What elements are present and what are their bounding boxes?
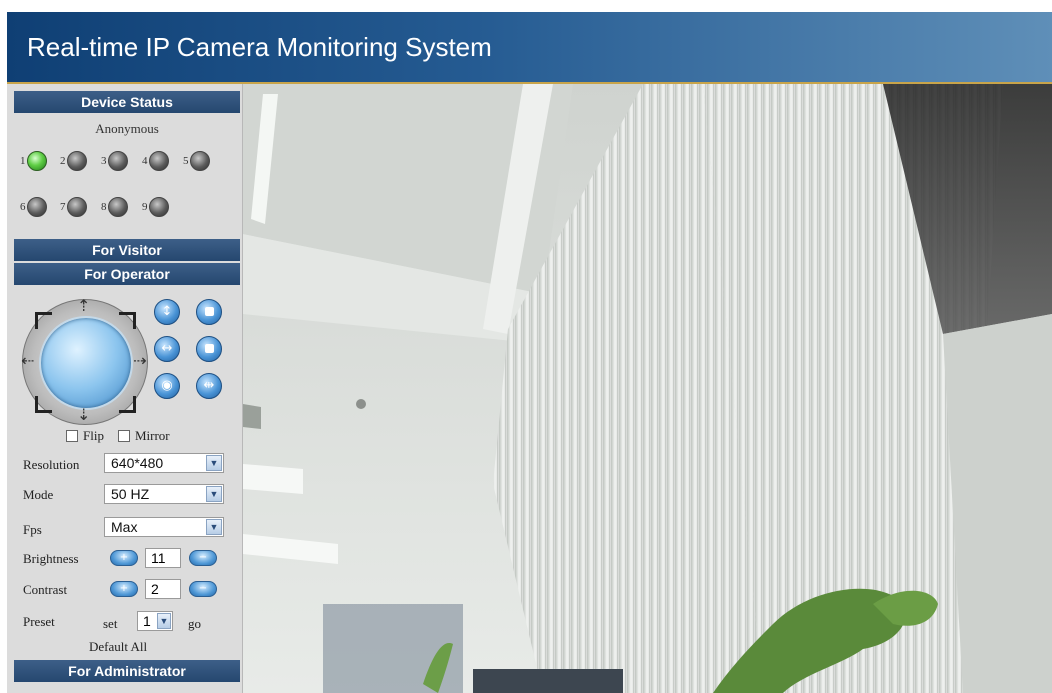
chevron-down-icon[interactable]: ▼: [206, 519, 222, 535]
flip-label: Flip: [83, 428, 104, 443]
device-led-7[interactable]: 7: [60, 197, 87, 217]
stop-icon: [204, 307, 214, 316]
status-led-icon: [107, 197, 128, 217]
device-num: 3: [101, 155, 107, 167]
chevron-down-icon[interactable]: ▼: [157, 613, 171, 629]
corner-mark-icon: [35, 396, 52, 413]
status-led-icon: [66, 151, 87, 171]
device-num: 6: [20, 201, 26, 213]
device-led-5[interactable]: 5: [183, 151, 210, 171]
mode-value: 50 HZ: [111, 486, 150, 502]
default-all-link[interactable]: Default All: [89, 639, 147, 655]
chevron-down-icon[interactable]: ▼: [206, 486, 222, 502]
brightness-label: Brightness: [23, 551, 79, 566]
status-led-icon: [66, 197, 87, 217]
device-num: 4: [142, 155, 148, 167]
device-num: 5: [183, 155, 189, 167]
device-led-3[interactable]: 3: [101, 151, 128, 171]
horizontal-patrol-button[interactable]: ↔: [154, 336, 180, 362]
device-num: 9: [142, 201, 148, 213]
preset-set-link[interactable]: set: [103, 616, 117, 632]
device-led-4[interactable]: 4: [142, 151, 169, 171]
contrast-label: Contrast: [23, 582, 68, 597]
stop-vertical-patrol-button[interactable]: [196, 299, 222, 325]
arrow-right-icon[interactable]: ⇢: [133, 353, 146, 369]
sidebar: Device Status Anonymous 1 2 3 4 5 6 7 8 …: [7, 84, 243, 693]
device-led-8[interactable]: 8: [101, 197, 128, 217]
ptz-joystick[interactable]: [39, 316, 133, 410]
resolution-select[interactable]: 640*480 ▼: [104, 453, 224, 473]
mirror-checkbox[interactable]: [117, 430, 130, 442]
contrast-decrease-button[interactable]: −: [189, 581, 217, 597]
device-num: 8: [101, 201, 107, 213]
mode-label: Mode: [23, 487, 54, 502]
preset-label: Preset: [23, 614, 55, 629]
status-led-icon: [26, 151, 47, 171]
mode-select[interactable]: 50 HZ ▼: [104, 484, 224, 504]
fps-value: Max: [111, 519, 138, 535]
app-header: Real-time IP Camera Monitoring System: [7, 12, 1052, 84]
preset-go-link[interactable]: go: [188, 616, 201, 632]
app-title: Real-time IP Camera Monitoring System: [27, 32, 492, 62]
status-led-icon: [148, 151, 169, 171]
flip-mirror-row: Flip Mirror: [62, 428, 170, 444]
camera-video-feed[interactable]: [243, 84, 1052, 693]
ir-off-button[interactable]: ⇹: [196, 373, 222, 399]
vertical-patrol-button[interactable]: ↕: [154, 299, 180, 325]
status-led-icon: [107, 151, 128, 171]
resolution-value: 640*480: [111, 455, 164, 471]
device-led-1[interactable]: 1: [20, 151, 47, 171]
arrow-down-icon[interactable]: ⇣: [77, 407, 90, 423]
for-operator-heading[interactable]: For Operator: [14, 263, 240, 285]
device-led-2[interactable]: 2: [60, 151, 87, 171]
mirror-label: Mirror: [134, 428, 170, 443]
fps-select[interactable]: Max ▼: [104, 517, 224, 537]
stop-icon: [204, 344, 214, 353]
flip-checkbox[interactable]: [66, 430, 78, 442]
for-visitor-heading[interactable]: For Visitor: [14, 239, 240, 261]
status-led-icon: [189, 151, 210, 171]
camera-frame-image: [243, 84, 1052, 693]
device-led-6[interactable]: 6: [20, 197, 47, 217]
status-led-icon: [148, 197, 169, 217]
resolution-label: Resolution: [23, 457, 80, 472]
ir-on-button[interactable]: ◉: [154, 373, 180, 399]
brightness-increase-button[interactable]: +: [110, 550, 138, 566]
contrast-increase-button[interactable]: +: [110, 581, 138, 597]
corner-mark-icon: [119, 396, 136, 413]
device-num: 2: [60, 155, 66, 167]
for-administrator-heading[interactable]: For Administrator: [14, 660, 240, 682]
device-status-heading: Device Status: [14, 91, 240, 113]
arrow-up-icon[interactable]: ⇡: [77, 298, 90, 314]
brightness-decrease-button[interactable]: −: [189, 550, 217, 566]
stop-horizontal-patrol-button[interactable]: [196, 336, 222, 362]
status-led-icon: [26, 197, 47, 217]
corner-mark-icon: [119, 312, 136, 329]
device-num: 1: [20, 155, 26, 167]
contrast-value: 2: [145, 579, 181, 599]
fps-label: Fps: [23, 522, 42, 537]
current-user: Anonymous: [95, 121, 159, 136]
chevron-down-icon[interactable]: ▼: [206, 455, 222, 471]
brightness-value: 11: [145, 548, 181, 568]
arrow-left-icon[interactable]: ⇠: [21, 353, 34, 369]
preset-select[interactable]: 1 ▼: [137, 611, 173, 631]
preset-value: 1: [143, 613, 151, 629]
device-led-9[interactable]: 9: [142, 197, 169, 217]
corner-mark-icon: [35, 312, 52, 329]
device-num: 7: [60, 201, 66, 213]
